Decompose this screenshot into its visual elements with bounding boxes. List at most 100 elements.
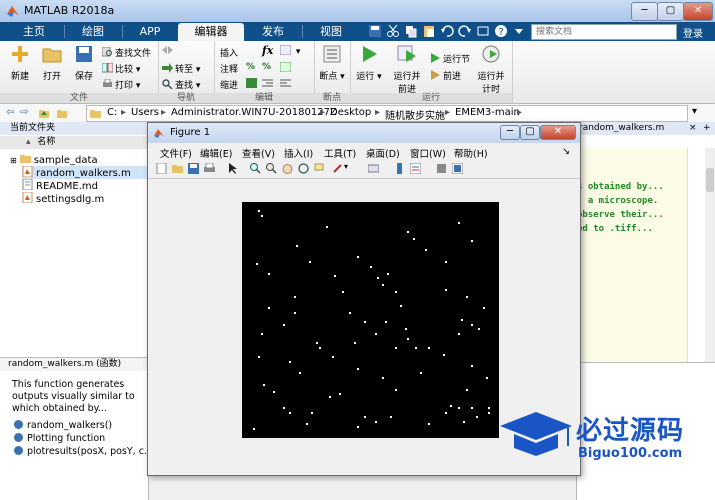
new-button[interactable]: 新建	[6, 44, 34, 82]
help-icon[interactable]: ?	[494, 24, 508, 38]
find-button[interactable]: 查找 ▾	[162, 78, 200, 91]
paste-icon[interactable]	[422, 24, 436, 38]
list-item-selected[interactable]: random_walkers.m	[22, 166, 148, 179]
undo-icon[interactable]	[440, 24, 454, 38]
path-seg-project[interactable]: EMEM3-main	[455, 107, 520, 118]
insert-colorbar-icon[interactable]	[394, 163, 405, 174]
advance-button[interactable]: 前进	[430, 69, 461, 82]
figure-menu-file[interactable]: 文件(F)	[160, 146, 192, 160]
tab-home[interactable]: 主页	[6, 23, 62, 41]
code-area[interactable]: s obtained by... : a microscope. observe…	[577, 148, 687, 362]
tab-publish[interactable]: 发布	[246, 23, 300, 41]
back-arrow-icon[interactable]: ⇦	[6, 107, 14, 118]
path-seg-desktop[interactable]: Desktop	[330, 107, 371, 118]
switch-windows-icon[interactable]	[476, 24, 490, 38]
tab-apps[interactable]: APP	[124, 23, 176, 41]
redo-icon[interactable]	[458, 24, 472, 38]
increase-indent-icon[interactable]	[262, 78, 275, 90]
login-link[interactable]: 登录	[683, 25, 703, 40]
list-item[interactable]: ⊞ sample_data	[10, 153, 98, 166]
cut-icon[interactable]	[386, 24, 400, 38]
zoom-out-icon[interactable]	[266, 163, 277, 174]
indent-button[interactable]: 缩进	[220, 78, 238, 91]
path-field[interactable]: C: ▸ Users ▸ Administrator.WIN7U-2018012…	[86, 105, 688, 122]
rotate-3d-icon[interactable]	[298, 163, 309, 174]
editor-tab[interactable]: random_walkers.m	[579, 123, 664, 133]
data-cursor-icon[interactable]	[314, 163, 325, 174]
compare-button[interactable]: 比较 ▾	[102, 62, 140, 75]
function-item[interactable]: Plotting function	[14, 433, 105, 444]
uncomment-percent-icon[interactable]: %	[262, 62, 271, 72]
figure-close-button[interactable]: ✕	[540, 125, 576, 140]
up-folder-icon[interactable]	[38, 107, 50, 119]
search-box[interactable]	[531, 24, 677, 40]
link-plot-icon[interactable]	[368, 163, 379, 174]
insert-section-icon[interactable]: ▾	[280, 45, 300, 57]
quick-save-icon[interactable]	[368, 24, 382, 38]
nav-back-forward[interactable]	[162, 45, 175, 57]
comment-button[interactable]: 注释	[220, 62, 238, 75]
function-item[interactable]: plotresults(posX, posY, c...	[14, 446, 153, 457]
path-seg-admin[interactable]: Administrator.WIN7U-20180127Z	[171, 107, 337, 118]
qat-more-icon[interactable]	[512, 24, 526, 38]
run-section-button[interactable]: 运行节	[430, 52, 470, 65]
figure-menu-help[interactable]: 帮助(H)	[454, 146, 488, 160]
figure-menu-dock-icon[interactable]: ↘	[562, 146, 570, 157]
find-files-button[interactable]: 查找文件	[102, 46, 151, 59]
brush-icon[interactable]	[332, 163, 343, 174]
insert-legend-icon[interactable]	[410, 163, 421, 174]
hide-plot-tools-icon[interactable]	[436, 163, 447, 174]
save-button[interactable]: 保存	[70, 44, 98, 82]
function-item[interactable]: random_walkers()	[14, 420, 112, 431]
figure-minimize-button[interactable]: ─	[500, 125, 520, 140]
editor-scroll-thumb[interactable]	[706, 168, 714, 192]
insert-button[interactable]: 插入	[220, 46, 238, 59]
figure-menu-desktop[interactable]: 桌面(D)	[366, 146, 400, 160]
tab-view[interactable]: 视图	[304, 23, 358, 41]
run-and-time-button[interactable]: 运行并 计时	[474, 44, 508, 95]
decrease-indent-icon[interactable]	[280, 78, 293, 90]
figure-maximize-button[interactable]: ▢	[520, 125, 540, 140]
search-input[interactable]	[532, 25, 656, 38]
brush-dropdown-icon[interactable]: ▾	[344, 162, 355, 173]
editor-tab-close-icon[interactable]: ×	[689, 122, 697, 135]
browse-folder-icon[interactable]	[56, 107, 68, 119]
close-button[interactable]: ✕	[683, 2, 713, 21]
goto-button[interactable]: 转至 ▾	[162, 62, 200, 75]
figure-menu-tools[interactable]: 工具(T)	[324, 146, 356, 160]
print-button[interactable]: 打印 ▾	[102, 78, 140, 91]
figure-menu-edit[interactable]: 编辑(E)	[200, 146, 232, 160]
pan-icon[interactable]	[282, 163, 293, 174]
open-file-icon[interactable]	[172, 163, 183, 174]
editor-tab-more-icon[interactable]: +	[703, 122, 711, 135]
path-dropdown-icon[interactable]: ▾	[692, 106, 697, 117]
copy-icon[interactable]	[404, 24, 418, 38]
forward-arrow-icon[interactable]: ⇨	[20, 107, 28, 118]
smart-indent-icon[interactable]	[246, 78, 259, 90]
figure-menu-view[interactable]: 查看(V)	[242, 146, 275, 160]
minimize-button[interactable]: ─	[631, 2, 658, 21]
path-seg-users[interactable]: Users	[131, 107, 159, 118]
save-figure-icon[interactable]	[188, 163, 199, 174]
list-item[interactable]: README.md	[22, 179, 98, 192]
comment-percent-icon[interactable]: %	[246, 62, 255, 72]
run-button[interactable]: 运行 ▾	[354, 44, 384, 82]
wrap-comments-icon[interactable]	[280, 62, 293, 74]
tab-plots[interactable]: 绘图	[66, 23, 120, 41]
name-column-header[interactable]: ▴ 名称	[0, 136, 148, 149]
breakpoints-button[interactable]: 断点 ▾	[318, 44, 346, 82]
list-item[interactable]: settingsdlg.m	[22, 192, 104, 205]
tab-editor[interactable]: 编辑器	[178, 23, 244, 41]
figure-menu-window[interactable]: 窗口(W)	[410, 146, 446, 160]
figure-menu-insert[interactable]: 插入(I)	[284, 146, 313, 160]
run-and-advance-button[interactable]: 运行并 前进	[390, 44, 424, 95]
fx-button[interactable]: fx	[262, 44, 273, 57]
maximize-button[interactable]: ▢	[657, 2, 684, 21]
path-seg-drive[interactable]: C:	[107, 107, 117, 118]
scatter-plot-canvas[interactable]	[242, 202, 499, 438]
editor-scrollbar[interactable]	[705, 148, 715, 362]
open-button[interactable]: 打开	[38, 44, 66, 82]
path-seg-folder[interactable]: 随机散步实施	[385, 107, 445, 122]
zoom-in-icon[interactable]	[250, 163, 261, 174]
new-figure-icon[interactable]	[156, 163, 167, 174]
